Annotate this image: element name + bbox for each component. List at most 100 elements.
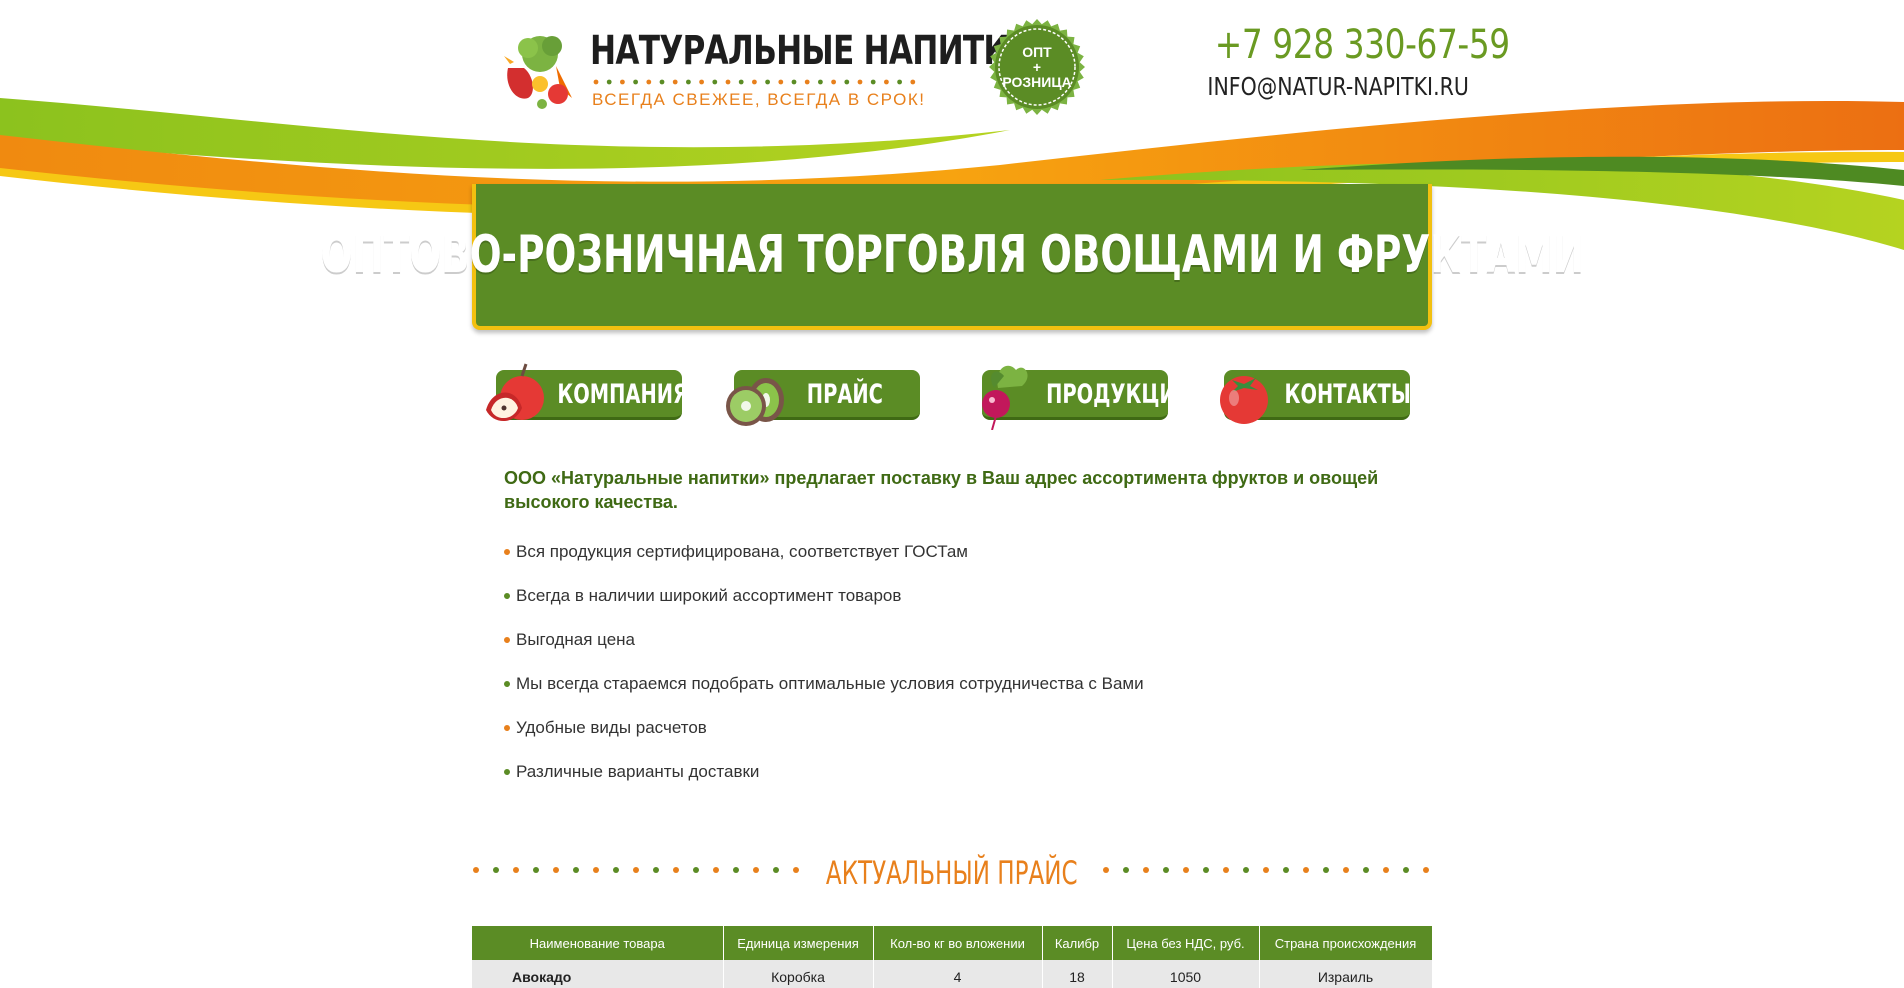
decor-dot [1403,867,1409,873]
decor-dot [1423,867,1429,873]
decor-dot [1163,867,1169,873]
decor-dot [606,79,612,85]
site-header: НАТУРАЛЬНЫЕ НАПИТКИ ВСЕГДА СВЕЖЕЕ, ВСЕГД… [0,0,1904,130]
banner-title: ОПТОВО-РОЗНИЧНАЯ ТОРГОВЛЯ ОВОЩАМИ И ФРУК… [320,225,1584,285]
table-header-row: Наименование товара Единица измерения Ко… [472,926,1433,960]
nav-company-label[interactable]: КОМПАНИЯ [532,370,688,420]
decor-dot [844,79,850,85]
col-header-name: Наименование товара [472,926,724,960]
vegetables-logo-icon [504,36,572,109]
decor-dot [620,79,625,85]
decor-dot [1103,867,1109,873]
cell-product-name: Авокадо [472,960,724,988]
nav-price-label[interactable]: ПРАЙС [770,370,920,420]
company-intro: ООО «Натуральные напитки» предлагает пос… [504,466,1404,806]
bullet-dot [504,592,510,599]
bullet-dot [504,680,510,687]
badge-line-opt: ОПТ [1022,43,1052,60]
logo-dots-divider [593,79,916,85]
col-header-caliber: Калибр [1042,926,1113,960]
decor-dot [778,79,784,85]
decor-dot [870,79,876,85]
kiwi-icon [726,378,784,426]
decor-dot [1183,867,1189,873]
decor-dot [897,79,902,85]
decor-dot [1123,867,1129,873]
decor-dot [1343,867,1349,873]
logo-subtitle: ВСЕГДА СВЕЖЕЕ, ВСЕГДА В СРОК! [592,90,926,109]
bullet-dot [504,548,510,555]
feature-item: Различные варианты доставки [504,762,1404,806]
cell-unit: Коробка [723,960,874,988]
main-navigation: КОМПАНИЯ ПРАЙС ПРОДУКЦИЯ КОНТАКТЫ [486,358,1430,430]
decor-dot [1263,867,1269,873]
col-header-unit: Единица измерения [723,926,874,960]
cell-price: 1050 [1112,960,1260,988]
decor-dot [672,79,678,85]
decor-dot [791,79,797,85]
decor-dot [831,79,836,85]
decor-dot [1223,867,1229,873]
nav-contacts-label[interactable]: КОНТАКТЫ [1260,370,1411,420]
bullet-dot [504,636,510,643]
price-table: Наименование товара Единица измерения Ко… [472,926,1433,988]
decor-dot [712,79,718,85]
cell-qty: 4 [873,960,1043,988]
features-list: Вся продукция сертифицирована, соответст… [504,542,1404,806]
intro-lead-text: ООО «Натуральные напитки» предлагает пос… [504,468,1379,512]
decor-dot [1383,867,1389,873]
phone-number[interactable]: +7 928 330-67-59 [1215,22,1510,68]
decor-dot [857,79,863,85]
feature-item: Мы всегда стараемся подобрать оптимальны… [504,674,1404,718]
decor-dot [1363,867,1369,873]
radish-icon [982,365,1028,430]
apple-icon [486,363,544,422]
wholesale-retail-badge: ОПТ + РОЗНИЦА [988,18,1086,116]
hero-banner: ОПТОВО-РОЗНИЧНАЯ ТОРГОВЛЯ ОВОЩАМИ И ФРУК… [320,184,1584,330]
decor-dot [1283,867,1289,873]
table-row: Авокадо Коробка 4 18 1050 Израиль [472,960,1433,988]
tomato-icon [1220,376,1268,424]
logo-title: НАТУРАЛЬНЫЕ НАПИТКИ [590,28,1034,74]
site-logo[interactable]: НАТУРАЛЬНЫЕ НАПИТКИ ВСЕГДА СВЕЖЕЕ, ВСЕГД… [500,28,1034,118]
col-header-country: Страна происхождения [1259,926,1433,960]
bullet-dot [504,724,510,731]
col-header-qty: Кол-во кг во вложении [873,926,1043,960]
nav-item-products[interactable]: ПРОДУКЦИЯ [976,365,1191,430]
email-link[interactable]: INFO@NATUR-NAPITKI.RU [1207,72,1468,101]
decor-dot [686,79,691,85]
decor-dot [1243,867,1249,873]
decor-dot [1143,867,1149,873]
decor-dot [884,79,889,85]
decor-dot [910,79,916,85]
cell-country: Израиль [1259,960,1433,988]
bullet-dot [504,768,510,775]
decor-dot [633,79,638,85]
decor-dot [765,79,770,85]
decor-dot [804,79,810,85]
decor-dot [593,79,599,85]
heading-dots-right [1103,867,1429,873]
decor-dot [659,79,665,85]
badge-line-retail: РОЗНИЦА [1002,73,1072,90]
decor-dot [699,79,704,85]
decor-dot [1323,867,1329,873]
badge-line-plus: + [1032,58,1042,75]
decor-dot [818,79,823,85]
nav-products-label[interactable]: ПРОДУКЦИЯ [1018,370,1191,420]
feature-item: Выгодная цена [504,630,1404,674]
decor-dot [738,79,744,85]
nav-item-contacts[interactable]: КОНТАКТЫ [1218,370,1411,424]
nav-item-company[interactable]: КОМПАНИЯ [486,363,688,422]
cell-caliber: 18 [1042,960,1113,988]
price-section-heading: АКТУАЛЬНЫЙ ПРАЙС [472,850,1432,892]
nav-item-price[interactable]: ПРАЙС [726,370,920,426]
decor-dot [725,79,731,85]
feature-item: Удобные виды расчетов [504,718,1404,762]
decor-dot [752,79,757,85]
decor-dot [1203,867,1209,873]
decor-dot [1303,867,1309,873]
col-header-price: Цена без НДС, руб. [1112,926,1260,960]
feature-item: Вся продукция сертифицирована, соответст… [504,542,1404,586]
decor-dot [646,79,652,85]
